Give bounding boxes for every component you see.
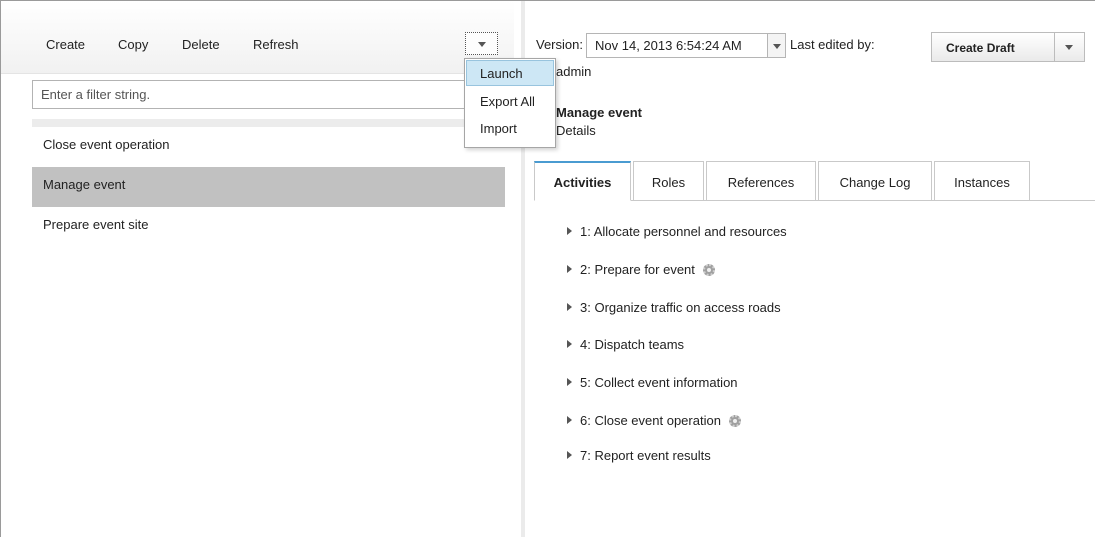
activity-row[interactable]: 7: Report event results: [567, 448, 711, 468]
last-edited-value: admin: [556, 64, 592, 79]
tab-roles[interactable]: Roles: [633, 161, 704, 201]
create-button[interactable]: Create: [46, 37, 85, 52]
gear-icon: [728, 415, 741, 427]
menu-item-export-all[interactable]: Export All: [466, 88, 554, 114]
copy-button[interactable]: Copy: [118, 37, 148, 52]
process-details-panel: Version: Nov 14, 2013 6:54:24 AM Last ed…: [525, 1, 1095, 537]
menu-item-launch[interactable]: Launch: [466, 60, 554, 86]
toolbar: Create Copy Delete Refresh: [1, 1, 514, 74]
activity-label: 3: Organize traffic on access roads: [580, 300, 781, 315]
more-actions-dropdown[interactable]: [465, 32, 498, 55]
tab-references[interactable]: References: [706, 161, 816, 201]
gear-icon: [702, 264, 715, 276]
process-list-panel: Create Copy Delete Refresh Close event o…: [1, 1, 514, 537]
last-edited-label: Last edited by:: [790, 37, 875, 52]
more-actions-menu: Launch Export All Import: [464, 58, 556, 148]
tab-instances[interactable]: Instances: [934, 161, 1030, 201]
list-item[interactable]: Prepare event site: [32, 207, 505, 247]
process-title: Manage event: [556, 105, 642, 120]
activity-label: 6: Close event operation: [580, 413, 721, 428]
refresh-button[interactable]: Refresh: [253, 37, 299, 52]
expand-arrow-icon[interactable]: [567, 227, 572, 235]
expand-arrow-icon[interactable]: [567, 378, 572, 386]
activity-row[interactable]: 6: Close event operation: [567, 413, 741, 433]
activity-label: 4: Dispatch teams: [580, 337, 685, 352]
tab-activities[interactable]: Activities: [534, 161, 631, 201]
activity-label: 7: Report event results: [580, 448, 711, 463]
expand-arrow-icon[interactable]: [567, 265, 572, 273]
process-subtitle: Details: [556, 123, 596, 138]
expand-arrow-icon[interactable]: [567, 303, 572, 311]
tab-change-log[interactable]: Change Log: [818, 161, 932, 201]
activity-row[interactable]: 2: Prepare for event: [567, 262, 715, 282]
version-dropdown-button[interactable]: [768, 33, 786, 58]
activity-row[interactable]: 4: Dispatch teams: [567, 337, 684, 357]
expand-arrow-icon[interactable]: [567, 451, 572, 459]
activity-label: 1: Allocate personnel and resources: [580, 224, 787, 239]
activity-row[interactable]: 5: Collect event information: [567, 375, 738, 395]
list-item-selected[interactable]: Manage event: [32, 167, 505, 207]
chevron-down-icon: [773, 44, 781, 49]
expand-arrow-icon[interactable]: [567, 340, 572, 348]
menu-item-import[interactable]: Import: [466, 115, 554, 141]
expand-arrow-icon[interactable]: [567, 416, 572, 424]
version-label: Version:: [536, 37, 583, 52]
version-select[interactable]: Nov 14, 2013 6:54:24 AM: [586, 33, 768, 58]
chevron-down-icon: [1065, 45, 1073, 50]
delete-button[interactable]: Delete: [182, 37, 220, 52]
create-draft-button[interactable]: Create Draft: [931, 32, 1055, 62]
activity-label: 2: Prepare for event: [580, 262, 695, 277]
activity-row[interactable]: 3: Organize traffic on access roads: [567, 300, 781, 320]
create-draft-dropdown[interactable]: [1055, 32, 1085, 62]
chevron-down-icon: [478, 42, 486, 47]
filter-input[interactable]: [32, 80, 505, 109]
list-item[interactable]: Close event operation: [32, 127, 505, 167]
activity-row[interactable]: 1: Allocate personnel and resources: [567, 224, 787, 244]
divider: [32, 119, 505, 127]
activity-label: 5: Collect event information: [580, 375, 738, 390]
